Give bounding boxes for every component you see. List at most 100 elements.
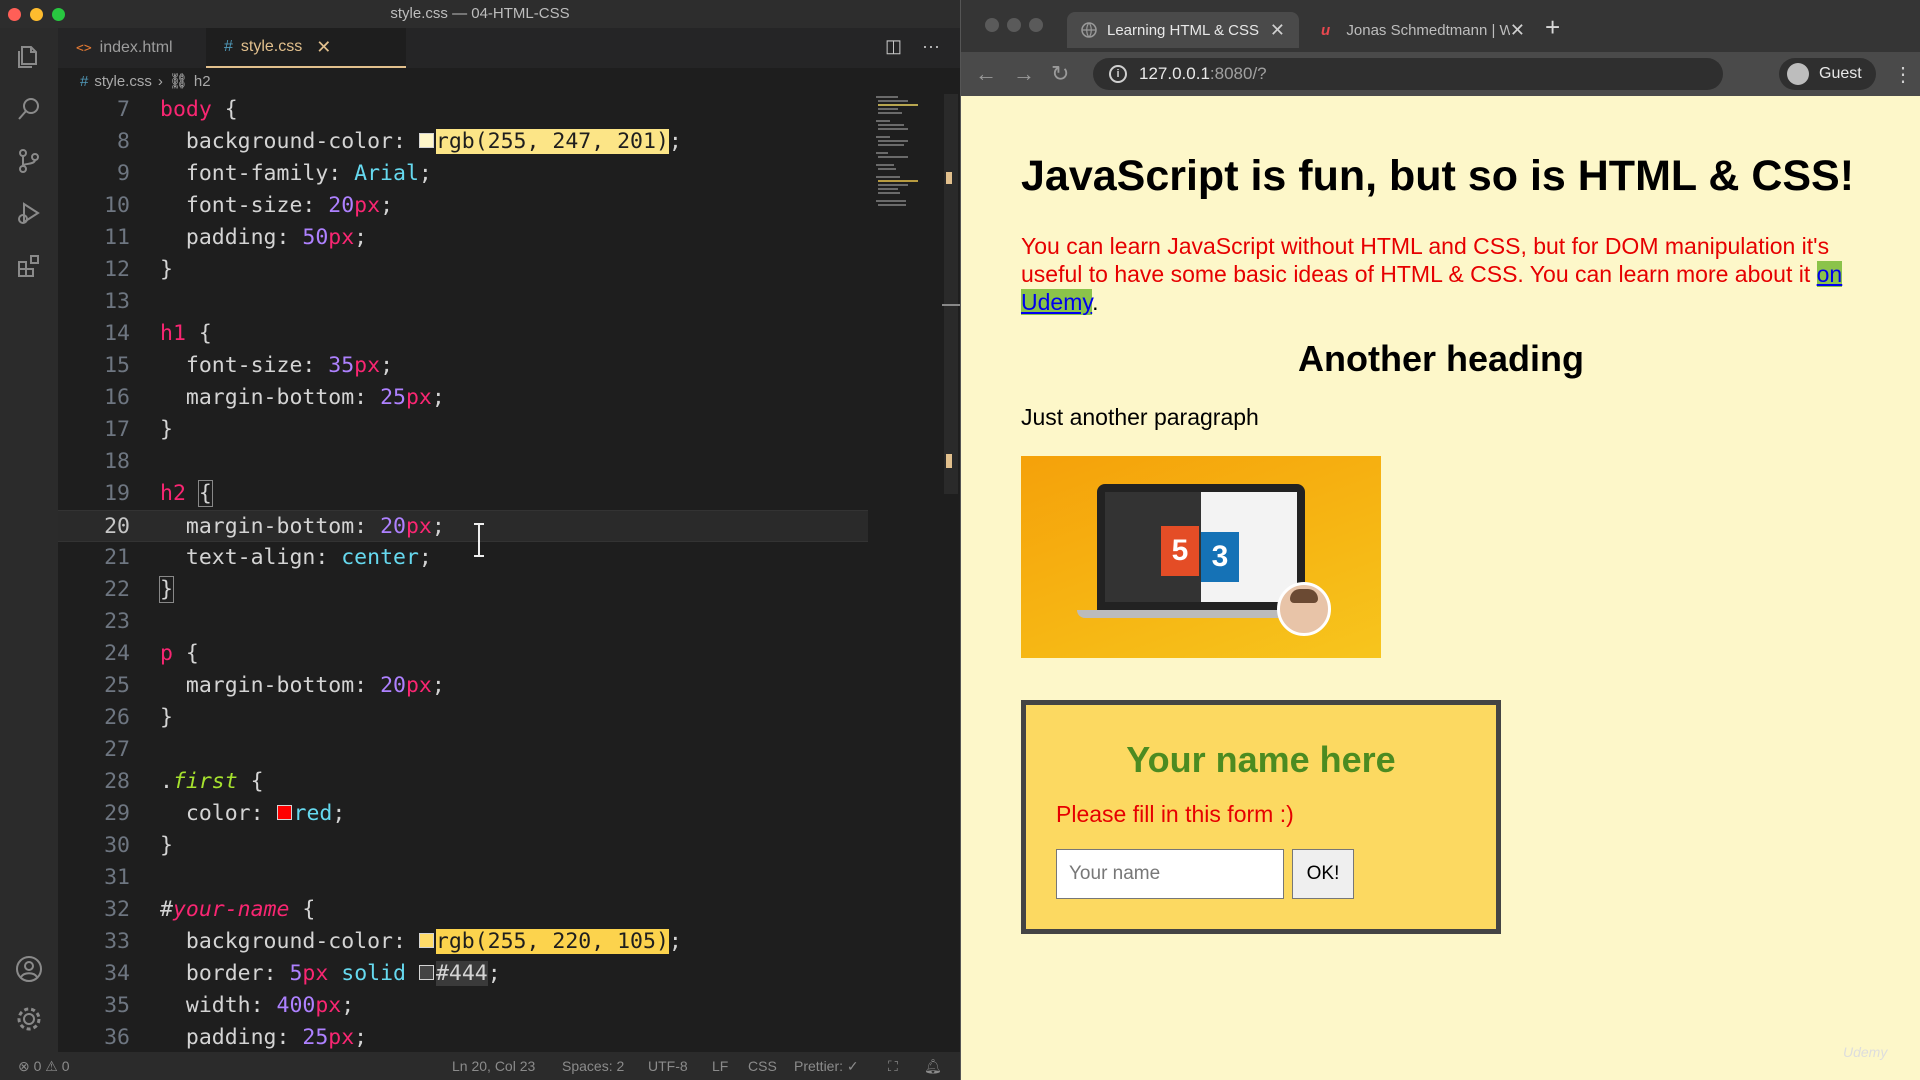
code-token: 25 [380,385,406,410]
line-number: 32 [104,897,130,922]
color-swatch[interactable] [418,965,434,980]
forward-arrow-icon[interactable]: → [1013,61,1035,87]
code-line: 9 font-family: Arial; [58,158,868,190]
code-line: 22} [58,574,868,606]
new-tab-plus-icon[interactable]: + [1545,12,1560,43]
line-number: 7 [117,97,130,122]
broadcast-icon[interactable]: ⛶ [888,1058,898,1075]
indentation[interactable]: Spaces: 2 [562,1058,624,1074]
breadcrumb-symbol[interactable]: h2 [194,73,211,90]
profile-label: Guest [1819,65,1862,82]
line-number: 34 [104,961,130,986]
browser-toolbar: ← → ↻ i 127.0.0.1:8080/? Guest ⋮ [961,52,1920,96]
language-mode[interactable]: CSS [748,1058,777,1074]
code-line: 14 h1 { [58,318,868,350]
code-token: margin-bottom [185,385,355,410]
code-token: px [354,353,381,378]
ok-button[interactable]: OK! [1292,849,1354,899]
minimap[interactable] [872,94,942,234]
encoding[interactable]: UTF-8 [648,1058,688,1074]
close-tab-icon[interactable]: ✕ [1510,20,1525,41]
breadcrumb-file[interactable]: style.css [94,73,152,90]
form-instruction: Please fill in this form :) [1056,801,1294,827]
code-token: border [185,961,264,986]
line-number: 33 [104,929,130,954]
tab-label: index.html [99,39,173,56]
code-token: p [160,641,173,666]
reload-icon[interactable]: ↻ [1051,61,1069,87]
code-token: px [302,961,329,986]
address-bar[interactable]: i 127.0.0.1:8080/? [1093,58,1723,90]
tab-style-css[interactable]: # style.css ✕ [206,28,406,68]
code-token: 5 [289,961,303,986]
code-line: 26} [58,702,868,734]
line-number: 15 [104,353,130,378]
problems-indicator[interactable]: ⊗ 0 ⚠ 0 [18,1058,70,1075]
code-token: font-size [185,353,303,378]
code-editor[interactable]: 7 body { 8 background-color: rgb(255, 247… [58,94,868,1054]
course-image: 5 3 [1021,456,1381,658]
udemy-icon: u [1321,22,1331,39]
prettier-status[interactable]: Prettier: ✓ [794,1058,859,1075]
code-line: 35 width: 400px; [58,990,868,1022]
minimize-window-button[interactable] [1007,18,1021,32]
page-heading: JavaScript is fun, but so is HTML & CSS! [1021,152,1855,200]
account-icon[interactable] [14,954,44,984]
code-line: 25 margin-bottom: 20px; [58,670,868,702]
line-number: 29 [104,801,130,826]
intro-end: . [1092,289,1099,315]
code-token: px [405,514,432,539]
line-number: 31 [104,865,130,890]
globe-icon [1081,22,1097,38]
code-token: Arial [354,161,419,186]
close-tab-icon[interactable]: ✕ [316,37,331,58]
line-number: 28 [104,769,130,794]
code-line: 36 padding: 25px; [58,1022,868,1054]
code-token: padding [185,225,277,250]
line-number: 10 [104,193,130,218]
site-info-icon[interactable]: i [1109,65,1127,83]
run-debug-icon[interactable] [14,198,44,228]
code-line: 11 padding: 50px; [58,222,868,254]
profile-button[interactable]: Guest [1779,58,1876,90]
close-window-button[interactable] [985,18,999,32]
color-swatch[interactable] [418,133,434,148]
extensions-icon[interactable] [14,250,44,280]
editor-scrollbar[interactable] [944,94,958,494]
search-icon[interactable] [14,94,44,124]
code-token: center [341,545,419,570]
line-number: 16 [104,385,130,410]
browser-tab-jonas[interactable]: u Jonas Schmedtmann | Web De ✕ [1307,12,1539,48]
line-number: 19 [104,481,130,506]
split-editor-icon[interactable]: ◫ [885,36,902,57]
code-token: #444 [435,961,488,986]
back-arrow-icon[interactable]: ← [975,61,997,87]
explorer-icon[interactable] [14,42,44,72]
browser-tab-learning[interactable]: Learning HTML & CSS ✕ [1067,12,1299,48]
title-bar: style.css — 04-HTML-CSS [0,0,960,29]
settings-gear-icon[interactable] [14,1004,44,1034]
browser-menu-icon[interactable]: ⋮ [1893,62,1913,87]
css3-logo-icon: 3 [1201,532,1239,582]
cursor-position[interactable]: Ln 20, Col 23 [452,1058,535,1074]
more-actions-icon[interactable]: ··· [922,36,940,57]
maximize-window-button[interactable] [1029,18,1043,32]
code-line: 30} [58,830,868,862]
notifications-bell-icon[interactable]: 🔔︎ [924,1058,942,1075]
color-swatch[interactable] [276,805,292,820]
color-swatch[interactable] [418,933,434,948]
name-input[interactable]: Your name [1056,849,1284,899]
tab-index-html[interactable]: <> index.html [58,28,198,68]
code-line: 16 margin-bottom: 25px; [58,382,868,414]
line-number: 13 [104,289,130,314]
source-control-icon[interactable] [14,146,44,176]
code-token: margin-bottom [185,673,355,698]
code-line: 27 [58,734,868,766]
close-tab-icon[interactable]: ✕ [1270,20,1285,41]
code-token: px [354,193,381,218]
form-title: Your name here [1126,739,1396,780]
text-cursor-icon [474,523,484,557]
line-ending[interactable]: LF [712,1058,728,1074]
tab-label: style.css [240,38,303,55]
line-number: 18 [104,449,130,474]
